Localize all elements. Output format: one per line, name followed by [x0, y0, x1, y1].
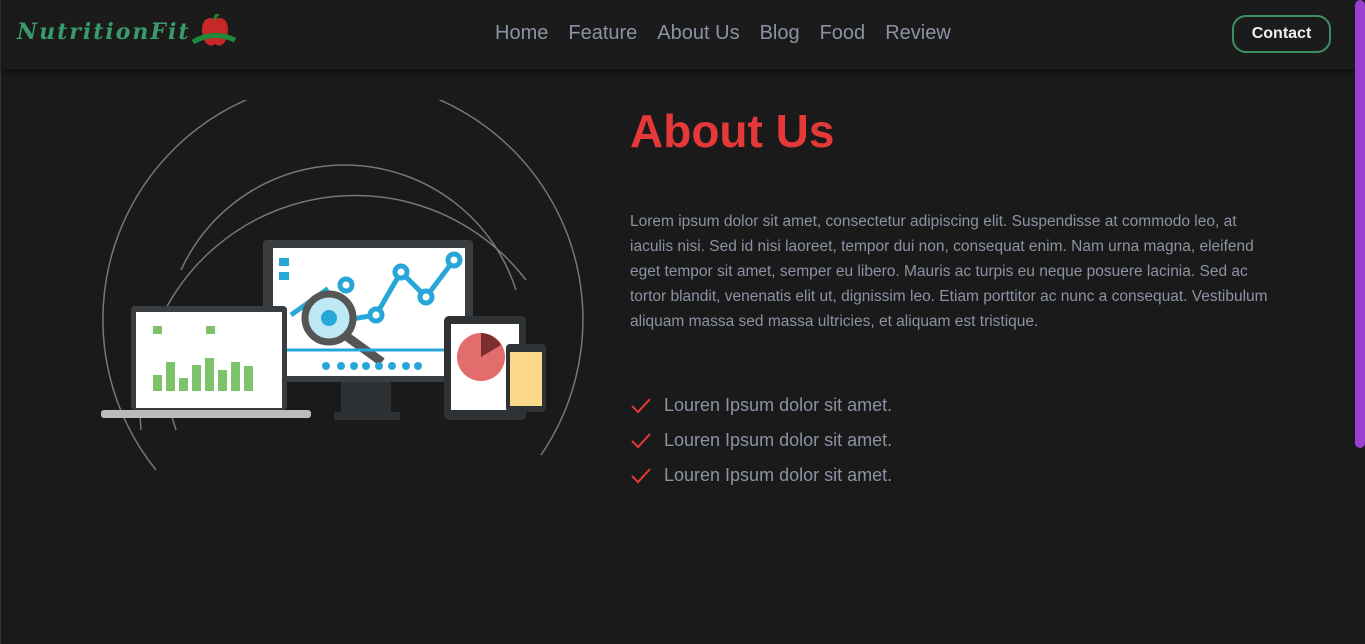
list-item: Louren Ipsum dolor sit amet. — [630, 388, 892, 423]
list-item-text: Louren Ipsum dolor sit amet. — [664, 465, 893, 485]
checkmark-icon — [631, 432, 651, 448]
nav-home[interactable]: Home — [495, 22, 548, 45]
nav-about-us[interactable]: About Us — [657, 22, 739, 45]
scrollbar-thumb[interactable] — [1355, 0, 1365, 448]
checkmark-icon — [631, 397, 651, 413]
nav-review[interactable]: Review — [885, 22, 951, 45]
scrollbar-track[interactable] — [1355, 0, 1365, 644]
nav-feature[interactable]: Feature — [568, 22, 637, 45]
devices-analytics-illustration — [96, 78, 606, 485]
list-item: Louren Ipsum dolor sit amet. — [630, 458, 892, 493]
navbar: NutritionFit Home Feature About Us Blog … — [1, 0, 1356, 70]
nav-blog[interactable]: Blog — [760, 22, 800, 45]
list-item: Louren Ipsum dolor sit amet. — [630, 423, 892, 458]
check-list: Louren Ipsum dolor sit amet. Louren Ipsu… — [630, 388, 892, 493]
brand-logo[interactable]: NutritionFit — [17, 14, 237, 50]
nav-food[interactable]: Food — [820, 22, 866, 45]
about-title: About Us — [630, 105, 835, 157]
contact-button[interactable]: Contact — [1232, 15, 1331, 53]
list-item-text: Louren Ipsum dolor sit amet. — [664, 395, 893, 415]
about-paragraph: Lorem ipsum dolor sit amet, consectetur … — [630, 213, 1268, 330]
checkmark-icon — [631, 467, 651, 483]
apple-tape-icon — [191, 14, 236, 46]
list-item-text: Louren Ipsum dolor sit amet. — [664, 430, 893, 450]
brand-name: NutritionFit — [17, 19, 191, 45]
